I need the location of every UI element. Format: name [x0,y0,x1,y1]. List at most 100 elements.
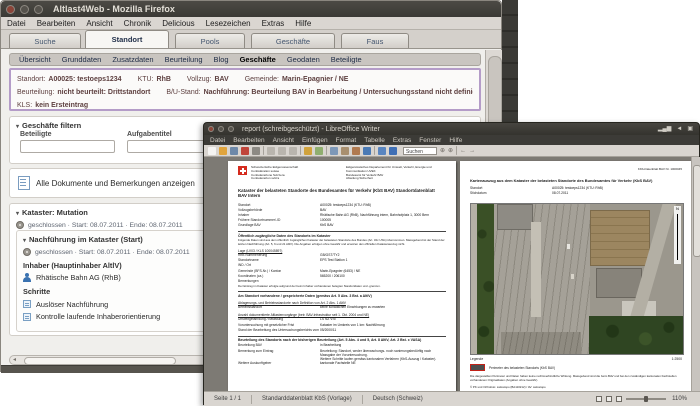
view-multi-page-icon[interactable] [606,396,613,402]
window-minimize-button[interactable] [20,4,29,14]
menu-item[interactable]: Lesezeichen [206,19,251,28]
volume-icon[interactable]: ◄ [676,125,682,133]
subnav-item[interactable]: Geschäfte [240,55,276,64]
zoom-slider[interactable] [626,396,667,402]
toolbar-icon[interactable] [278,146,286,155]
search-down-icon[interactable]: ⊕ [440,147,445,154]
statusbar-template: Standarddatenblatt KbS (Vorlage) [262,396,352,402]
firefox-titlebar[interactable]: Altlast4Web - Mozilla Firefox [1,1,501,17]
window-close-button[interactable] [6,4,15,14]
menu-item[interactable]: Format [336,137,357,144]
inhaber-name[interactable]: Rhätische Bahn AG (RhB) [36,273,121,282]
toolbar-icon[interactable] [378,146,386,155]
toolbar-icon[interactable] [326,146,327,155]
scroll-left-arrow-icon[interactable]: ◂ [13,356,16,364]
menu-item[interactable]: Hilfe [449,137,462,144]
subnav-item[interactable]: Geodaten [287,55,320,64]
subnav-item[interactable]: Beteiligte [331,55,362,64]
toolbar-icon[interactable] [352,146,360,155]
forward-arrow-icon[interactable]: → [469,148,475,154]
zoom-percentage[interactable]: 110% [672,396,687,402]
menu-item[interactable]: Ansicht [86,19,112,28]
toolbar-icon[interactable] [252,146,260,155]
writer-toolbar: Suchen ⊕ ⊕ ← → [204,145,699,157]
document-row: Beurteilung des Standorts nach der bishe… [238,335,446,343]
map-copyright: © PK und Orthofoto: swisstopo (BA110212)… [470,385,546,389]
subnav-item[interactable]: Blog [214,55,229,64]
toolbar-icon[interactable] [208,146,216,155]
closed-lock-icon [23,248,31,256]
toolbar-icon[interactable] [241,146,249,155]
scrollbar-thumb[interactable] [693,165,700,257]
subnav-item[interactable]: Beurteilung [165,55,203,64]
browser-tab[interactable]: Standort [85,30,169,48]
map-trees-bottom-right [589,316,683,354]
window-title: Altlast4Web - Mozilla Firefox [53,4,175,14]
session-icon[interactable]: ▣ [687,125,693,133]
browser-tab[interactable]: Pools [175,33,245,48]
statusbar-page: Seite 1 / 1 [214,396,242,402]
legend-item: Perimeter des belasteten Standorts (KbS … [470,364,555,371]
legend-row: Legende 1:2500 [470,357,682,361]
menu-item[interactable]: Tabelle [364,137,385,144]
toolbar-icon[interactable] [363,146,371,155]
subnav-item[interactable]: Übersicht [19,55,51,64]
document-row: Am Standort vorhandene / gespeicherte Da… [238,291,446,298]
toolbar-icon[interactable] [341,146,349,155]
window-maximize-button[interactable] [228,126,234,132]
document-row: Stichdatum 08.07.2011 [470,190,569,195]
search-combobox[interactable]: Suchen [403,146,437,155]
menu-item[interactable]: Ansicht [273,137,294,144]
document-row: Beurteilung BAV in Bearbeitung [238,342,342,347]
menu-item[interactable]: Delicious [162,19,194,28]
subnav-item[interactable]: Grunddaten [62,55,102,64]
show-all-documents-link[interactable]: Alle Dokumente und Bemerkungen anzeigen [36,179,195,188]
document-row: Grundlage BAV KbS BAV [238,223,334,228]
scrollbar-thumb[interactable] [24,357,176,365]
menu-item[interactable]: Datei [7,19,26,28]
back-arrow-icon[interactable]: ← [460,148,466,154]
info-line-1: Standort: A00025: testoeps1234 KTU: RhB Voll… [17,76,349,83]
menu-item[interactable]: Fenster [419,137,441,144]
map-trees-left [477,204,494,354]
toolbar-icon[interactable] [289,146,297,155]
writer-vertical-scrollbar[interactable] [691,157,700,391]
window-maximize-button[interactable] [34,4,43,14]
menu-item[interactable]: Extras [393,137,411,144]
menu-item[interactable]: Bearbeiten [233,137,264,144]
step-link[interactable]: Auslöser Nachführung [36,300,108,309]
closed-lock-icon [16,221,24,229]
toolbar-icon[interactable] [263,146,264,155]
view-single-page-icon[interactable] [596,396,603,402]
menu-item[interactable]: Extras [262,19,285,28]
toolbar-icon[interactable] [300,146,301,155]
subnav-item[interactable]: Zusatzdaten [112,55,153,64]
statusbar-language: Deutsch (Schweiz) [372,396,423,402]
toolbar-icon[interactable] [230,146,238,155]
toolbar-icon[interactable] [219,146,227,155]
browser-tab[interactable]: Faus [341,33,409,48]
toolbar-icon[interactable] [304,146,312,155]
menu-item[interactable]: Einfügen [302,137,328,144]
window-minimize-button[interactable] [218,126,224,132]
menu-item[interactable]: Datei [210,137,225,144]
menu-item[interactable]: Hilfe [295,19,311,28]
toolbar-icon[interactable] [374,146,375,155]
toolbar-icon[interactable] [315,146,323,155]
toolbar-icon[interactable] [267,146,275,155]
browser-tab[interactable]: Geschäfte [251,33,335,48]
system-tray: ▂▄▆ ◄ ▣ [658,125,693,133]
view-book-icon[interactable] [616,396,623,402]
zoom-slider-knob[interactable] [644,396,649,402]
window-close-button[interactable] [208,126,214,132]
menu-item[interactable]: Bearbeiten [37,19,76,28]
network-signal-icon[interactable]: ▂▄▆ [658,125,671,133]
search-up-icon[interactable]: ⊕ [448,147,453,154]
browser-tab[interactable]: Suche [9,33,81,48]
step-link[interactable]: Kontrolle laufende Inhaberorientierung [36,312,160,321]
writer-titlebar[interactable]: report (schreibgeschützt) - LibreOffice … [204,123,699,135]
beteiligte-input[interactable] [20,140,115,153]
toolbar-icon[interactable] [389,146,397,155]
toolbar-icon[interactable] [330,146,338,155]
menu-item[interactable]: Chronik [124,19,152,28]
